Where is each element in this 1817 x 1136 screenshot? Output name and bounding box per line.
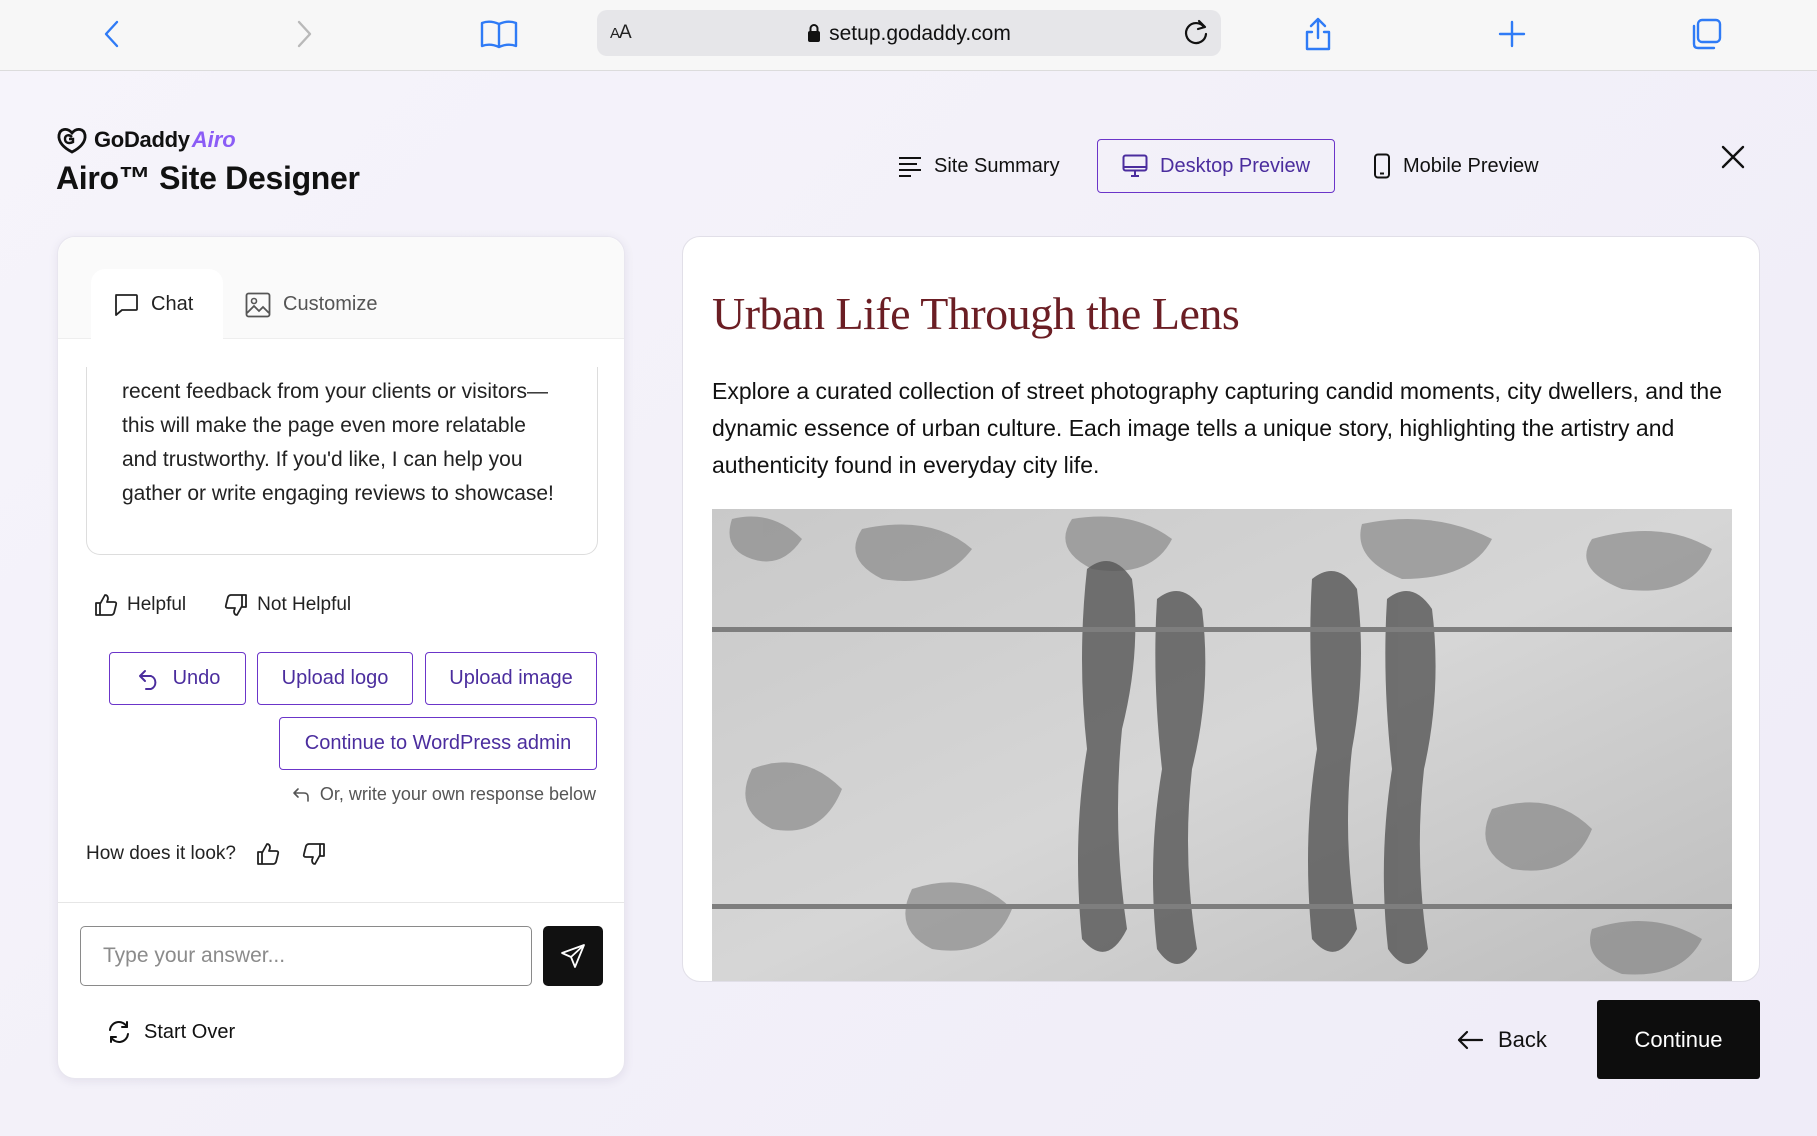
- continue-button[interactable]: Continue: [1597, 1000, 1760, 1079]
- upload-image-button[interactable]: Upload image: [425, 652, 597, 705]
- tab-chat[interactable]: Chat: [91, 269, 223, 340]
- mobile-phone-icon: [1374, 153, 1390, 179]
- back-arrow-icon[interactable]: [92, 14, 132, 54]
- chat-panel: Chat Customize recent feedback from your…: [57, 236, 625, 1079]
- website-preview: Urban Life Through the Lens Explore a cu…: [682, 236, 1760, 982]
- rating-row: How does it look?: [86, 842, 326, 866]
- bookmarks-book-icon[interactable]: [479, 14, 519, 54]
- street-reflection-photo: [712, 509, 1732, 981]
- address-bar[interactable]: AA setup.godaddy.com: [597, 10, 1221, 56]
- write-response-hint: Or, write your own response below: [292, 784, 596, 805]
- lock-icon: [808, 24, 821, 42]
- helpful-label: Helpful: [127, 594, 187, 615]
- page-title: Airo™ Site Designer: [56, 160, 360, 196]
- back-button[interactable]: Back: [1456, 1015, 1547, 1065]
- site-summary-button[interactable]: Site Summary: [898, 139, 1060, 193]
- url-text: setup.godaddy.com: [829, 22, 1011, 45]
- reply-arrow-icon: [293, 787, 309, 802]
- rate-thumbs-up-icon[interactable]: [256, 842, 280, 866]
- image-icon: [245, 292, 271, 317]
- chat-tabs: Chat Customize: [58, 237, 624, 340]
- how-does-it-look-label: How does it look?: [86, 843, 236, 864]
- forward-arrow-icon[interactable]: [284, 14, 324, 54]
- browser-toolbar: AA setup.godaddy.com: [0, 0, 1817, 71]
- left-arrow-icon: [1457, 1030, 1484, 1050]
- desktop-monitor-icon: [1122, 154, 1148, 177]
- answer-input[interactable]: [80, 926, 532, 986]
- mobile-preview-label: Mobile Preview: [1403, 154, 1539, 177]
- new-tab-plus-icon[interactable]: [1492, 14, 1532, 54]
- hint-text: Or, write your own response below: [319, 784, 596, 804]
- thumbs-down-icon: [225, 594, 248, 616]
- share-icon[interactable]: [1298, 14, 1338, 54]
- tabs-overview-icon[interactable]: [1686, 14, 1726, 54]
- chat-bubble-icon: [115, 293, 138, 316]
- undo-button[interactable]: Undo: [109, 652, 246, 705]
- tab-customize[interactable]: Customize: [245, 269, 377, 340]
- not-helpful-button[interactable]: Not Helpful: [224, 593, 351, 617]
- back-label: Back: [1498, 1027, 1547, 1052]
- send-paper-plane-icon: [561, 944, 585, 968]
- preview-heading: Urban Life Through the Lens: [712, 288, 1240, 339]
- start-over-button[interactable]: Start Over: [106, 1019, 235, 1045]
- answer-composer: Start Over: [58, 902, 624, 1080]
- rate-thumbs-down-icon[interactable]: [302, 842, 326, 866]
- continue-wordpress-button[interactable]: Continue to WordPress admin: [279, 717, 597, 770]
- send-button[interactable]: [543, 926, 603, 986]
- tab-customize-label: Customize: [283, 293, 378, 315]
- godaddy-logo-icon: [57, 128, 87, 154]
- tab-chat-label: Chat: [151, 293, 194, 315]
- undo-label: Undo: [172, 667, 221, 689]
- site-summary-label: Site Summary: [934, 154, 1060, 177]
- message-feedback: Helpful Not Helpful: [94, 593, 389, 617]
- start-over-label: Start Over: [144, 1020, 236, 1043]
- refresh-arrows-icon: [109, 1021, 129, 1043]
- helpful-button[interactable]: Helpful: [94, 593, 186, 617]
- undo-arrow-icon: [138, 669, 156, 690]
- upload-logo-button[interactable]: Upload logo: [257, 652, 413, 705]
- brand-airo: Airo: [191, 127, 236, 152]
- desktop-preview-label: Desktop Preview: [1160, 154, 1311, 177]
- not-helpful-label: Not Helpful: [257, 594, 352, 615]
- assistant-message: recent feedback from your clients or vis…: [86, 367, 598, 555]
- reload-icon[interactable]: [1181, 18, 1211, 48]
- close-icon[interactable]: [1716, 140, 1750, 174]
- brand-name: GoDaddy: [94, 127, 190, 152]
- preview-description: Explore a curated collection of street p…: [712, 378, 1723, 478]
- thumbs-up-icon: [95, 594, 118, 616]
- desktop-preview-button[interactable]: Desktop Preview: [1097, 139, 1335, 193]
- list-lines-icon: [899, 157, 921, 177]
- godaddy-airo-logo: GoDaddy Airo: [56, 126, 236, 154]
- mobile-preview-button[interactable]: Mobile Preview: [1373, 139, 1539, 193]
